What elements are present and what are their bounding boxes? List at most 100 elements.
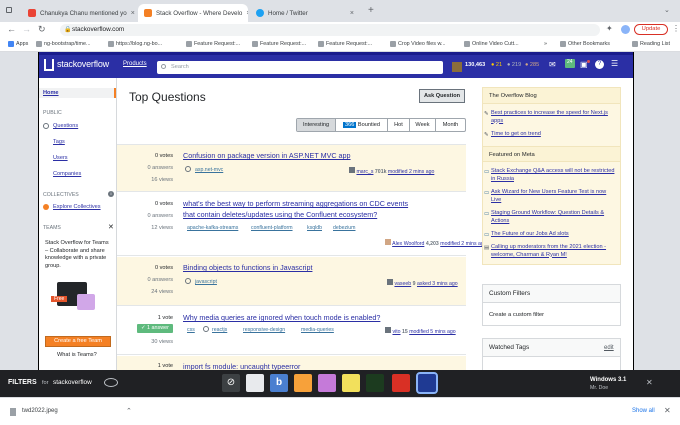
blog-item[interactable]: ✎ Best practices to increase the speed fo… [484, 110, 615, 125]
modified-time[interactable]: modified 2 mins ago [440, 241, 486, 247]
so-logo-text[interactable]: stackoverflow [57, 59, 109, 69]
other-bookmarks[interactable]: Other Bookmarks [560, 41, 610, 47]
inbox-icon[interactable]: ✉ [549, 60, 556, 69]
create-team-button[interactable]: Create a free Team [45, 336, 111, 347]
profile-avatar[interactable] [621, 25, 630, 34]
bookmark-item[interactable]: Feature Request:... [318, 41, 372, 47]
download-options-chevron[interactable]: ⌃ [126, 407, 132, 415]
bookmark-item[interactable]: Feature Request:... [252, 41, 306, 47]
filter-tile-3-icon[interactable] [294, 374, 312, 392]
what-is-teams-link[interactable]: What is Teams? [57, 352, 97, 358]
nav-questions[interactable]: Questions [53, 123, 78, 129]
tab-twitter[interactable]: Home / Twitter × [250, 4, 360, 22]
question-tag[interactable]: ksqldb [307, 225, 322, 231]
so-logo-icon[interactable] [44, 59, 54, 71]
filter-none-icon[interactable]: ⊘ [222, 374, 240, 392]
bookmark-item[interactable]: https://blog.ng-bo... [108, 41, 162, 47]
meta-item[interactable]: ▭ Stack Exchange Q&A access will not be r… [484, 168, 615, 183]
filter-tile-4-icon[interactable] [318, 374, 336, 392]
tab-close-icon[interactable]: × [350, 10, 354, 17]
nav-tags[interactable]: Tags [53, 139, 65, 145]
extensions-icon[interactable]: ✦ [606, 24, 613, 33]
tab-search-icon[interactable]: ⌄ [664, 6, 670, 14]
create-custom-filter-link[interactable]: Create a custom filter [489, 312, 544, 318]
tab-mentions[interactable]: Chanukya Chanu mentioned yo × [22, 4, 138, 22]
meta-item[interactable]: ▭ Ask Wizard for New Users Feature Test i… [484, 189, 615, 204]
filter-bountied-count[interactable]: 366 Bountied [335, 119, 387, 131]
question-tag[interactable]: confluent-platform [251, 225, 293, 231]
user-link[interactable]: marc_s [356, 169, 373, 175]
update-button[interactable]: Update [634, 24, 668, 35]
edit-watched-tags-link[interactable]: edit [604, 345, 614, 351]
filters-eye-icon[interactable] [104, 378, 118, 387]
nav-users[interactable]: Users [53, 155, 68, 161]
nav-explore-collectives[interactable]: Explore Collectives [53, 204, 101, 210]
filter-tile-2-icon[interactable]: b [270, 374, 288, 392]
bookmark-apps[interactable]: Apps [8, 41, 28, 47]
user-link[interactable]: Alex Woolford [392, 241, 424, 247]
filters-close-icon[interactable]: ✕ [646, 378, 653, 387]
bookmark-item[interactable]: Feature Request:... [186, 41, 240, 47]
filter-tile-7-icon[interactable] [392, 374, 410, 392]
question-tag[interactable]: apache-kafka-streams [187, 225, 238, 231]
user-avatar-small[interactable] [385, 327, 391, 333]
question-title[interactable]: Why media queries are ignored when touch… [183, 312, 380, 323]
address-bar[interactable]: stackoverflow.com [60, 24, 600, 36]
teams-close-icon[interactable]: ✕ [108, 223, 114, 231]
question-tag[interactable]: debezium [333, 225, 356, 231]
nav-companies[interactable]: Companies [53, 171, 81, 177]
site-switcher-icon[interactable]: ☰ [611, 59, 618, 68]
user-link[interactable]: vaseeb [394, 281, 411, 287]
filter-tile-6-icon[interactable] [366, 374, 384, 392]
user-avatar[interactable] [452, 62, 462, 72]
user-avatar-small[interactable] [387, 279, 393, 285]
filter-interesting[interactable]: Interesting [297, 119, 335, 131]
bookmark-item[interactable]: Crop Video files w... [390, 41, 446, 47]
info-icon[interactable]: i [108, 191, 114, 197]
back-icon[interactable]: ← [7, 24, 16, 34]
filter-month[interactable]: Month [435, 119, 465, 131]
user-avatar-small[interactable] [385, 239, 391, 245]
download-filename[interactable]: twd2022.jpeg [22, 408, 58, 414]
tab-close-icon[interactable]: × [246, 10, 248, 17]
forward-icon[interactable]: → [22, 24, 31, 34]
modified-time[interactable]: modified 5 mins ago [409, 329, 455, 335]
question-tag[interactable]: responsive-design [243, 327, 285, 333]
show-all-button[interactable]: Show all [632, 408, 655, 414]
user-link[interactable]: vito [392, 329, 400, 335]
question-title[interactable]: what's the best way to perform streaming… [183, 198, 408, 209]
question-tag[interactable]: asp.net-mvc [195, 167, 223, 173]
nav-home[interactable]: Home [43, 90, 59, 96]
reading-list[interactable]: Reading List [632, 41, 670, 47]
modified-time[interactable]: modified 2 mins ago [388, 169, 434, 175]
filter-tile-1-icon[interactable] [246, 374, 264, 392]
bookmark-overflow-icon[interactable]: » [544, 41, 547, 47]
question-tag[interactable]: reactjs [212, 327, 227, 333]
question-tag[interactable]: media-queries [301, 327, 334, 333]
tab-stackoverflow[interactable]: Stack Overflow - Where Develo × [138, 4, 248, 22]
products-link[interactable]: Products [123, 61, 147, 67]
meta-item[interactable]: ▤ Calling up moderators from the 2021 ele… [484, 244, 615, 259]
filter-tile-5-icon[interactable] [342, 374, 360, 392]
filter-tile-selected-icon[interactable] [416, 372, 438, 394]
download-shelf-close-icon[interactable]: ✕ [664, 406, 671, 415]
question-title[interactable]: import fs module: uncaught typeerror [183, 361, 300, 370]
menu-icon[interactable]: ⋮ [672, 24, 680, 33]
bookmark-item[interactable]: ng-bootstrap/time... [36, 41, 90, 47]
meta-item[interactable]: ▭ The Future of our Jobs Ad slots [484, 231, 615, 239]
window-controls-icon[interactable] [6, 7, 12, 13]
meta-item[interactable]: ▭ Staging Ground Workflow: Question Detai… [484, 210, 615, 225]
user-avatar-small[interactable] [349, 167, 355, 173]
ask-question-button[interactable]: Ask Question [419, 89, 465, 103]
new-tab-button[interactable]: + [368, 5, 374, 16]
question-title[interactable]: Binding objects to functions in Javascri… [183, 262, 312, 273]
question-tag[interactable]: javascript [195, 279, 217, 285]
reload-icon[interactable]: ↻ [38, 24, 46, 35]
question-tag[interactable]: css [187, 327, 195, 333]
tab-close-icon[interactable]: × [131, 10, 135, 17]
bookmark-item[interactable]: Online Video Cutt... [464, 41, 519, 47]
filter-hot[interactable]: Hot [387, 119, 409, 131]
help-icon[interactable]: ? [595, 60, 604, 69]
filter-week[interactable]: Week [409, 119, 435, 131]
search-input[interactable]: Search [157, 61, 443, 74]
